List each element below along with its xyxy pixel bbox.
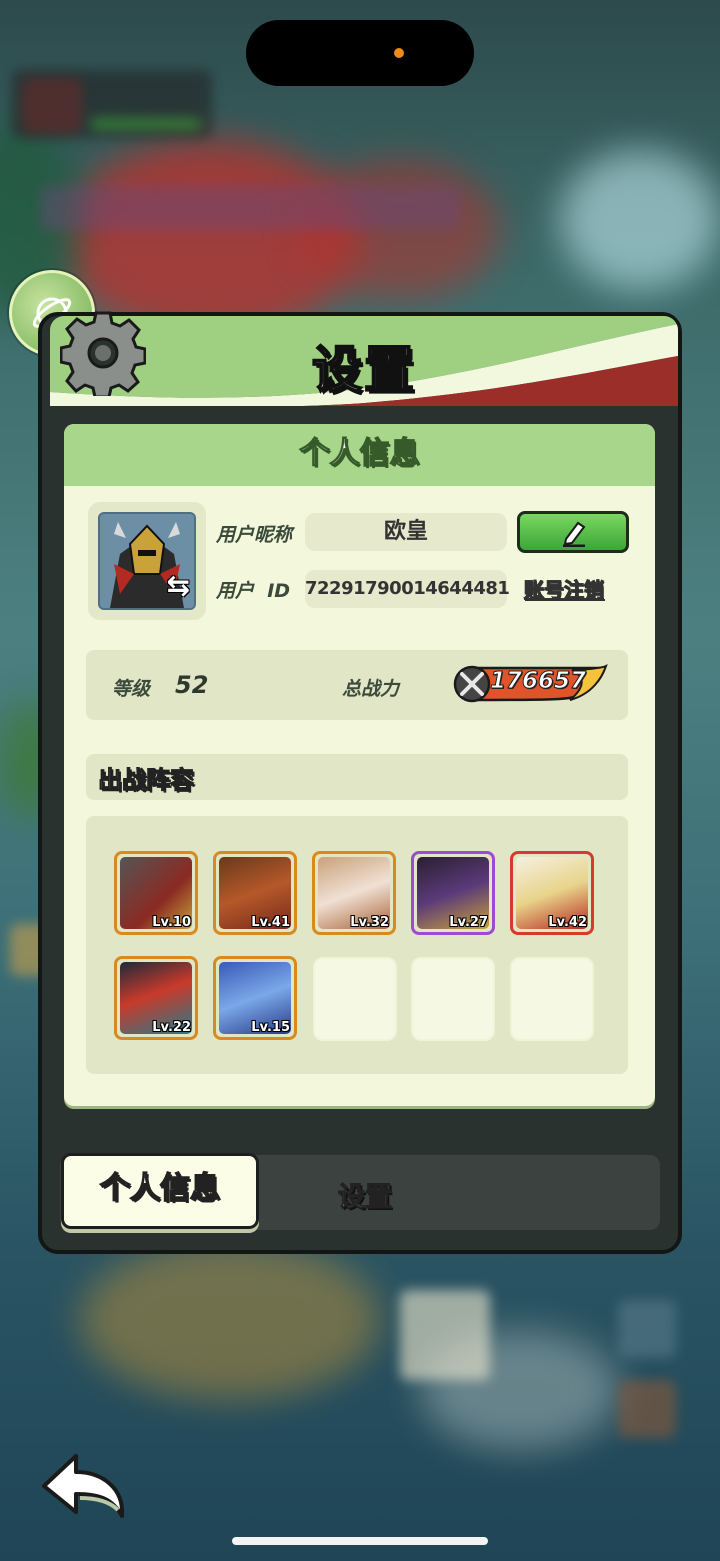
power-label: 总战力 <box>342 678 400 700</box>
nickname-label: 用户昵称 <box>216 524 293 546</box>
hero-slot[interactable]: Lv.15 <box>213 956 297 1040</box>
card-title: 个人信息 <box>64 424 655 486</box>
empty-hero-slot[interactable] <box>510 957 594 1041</box>
tab-settings[interactable]: 设置 <box>338 1175 393 1214</box>
hero-level: Lv.22 <box>152 1020 191 1035</box>
tab-profile[interactable]: 个人信息 <box>61 1153 259 1229</box>
back-arrow-icon[interactable] <box>36 1448 132 1524</box>
hero-level: Lv.32 <box>350 915 389 930</box>
hero-slot[interactable]: Lv.42 <box>510 851 594 935</box>
avatar-frame[interactable]: ⇆ <box>88 502 206 620</box>
power-value: 176657 <box>489 668 587 695</box>
camera-notch <box>246 20 474 86</box>
hero-level: Lv.15 <box>251 1020 290 1035</box>
crossed-swords-icon <box>460 672 484 696</box>
empty-hero-slot[interactable] <box>411 957 495 1041</box>
hero-slot[interactable]: Lv.32 <box>312 851 396 935</box>
level-label: 等级 <box>112 678 151 700</box>
avatar[interactable]: ⇆ <box>98 512 196 610</box>
hero-slot[interactable]: Lv.27 <box>411 851 495 935</box>
hero-level: Lv.41 <box>251 915 290 930</box>
camera-dot <box>394 48 404 58</box>
user-id-label: 用户 ID <box>216 580 291 602</box>
hero-level: Lv.27 <box>449 915 488 930</box>
gear-icon <box>60 311 146 396</box>
home-indicator <box>232 1537 488 1545</box>
hero-level: Lv.10 <box>152 915 191 930</box>
hero-slot[interactable]: Lv.41 <box>213 851 297 935</box>
hero-slot[interactable]: Lv.10 <box>114 851 198 935</box>
lineup-title: 出战阵容 <box>98 766 195 795</box>
hero-level: Lv.42 <box>548 915 587 930</box>
power-badge: 176657 <box>452 664 608 704</box>
empty-hero-slot[interactable] <box>313 957 397 1041</box>
pencil-icon <box>563 521 586 547</box>
deregister-link[interactable]: 账号注销 <box>524 574 605 603</box>
user-id-field: 72291790014644481 <box>305 570 510 608</box>
edit-nickname-button[interactable] <box>517 511 629 553</box>
nickname-field: 欧皇 <box>305 513 507 551</box>
swap-avatar-icon[interactable]: ⇆ <box>167 569 190 602</box>
level-value: 52 <box>175 671 209 699</box>
hero-slot[interactable]: Lv.22 <box>114 956 198 1040</box>
